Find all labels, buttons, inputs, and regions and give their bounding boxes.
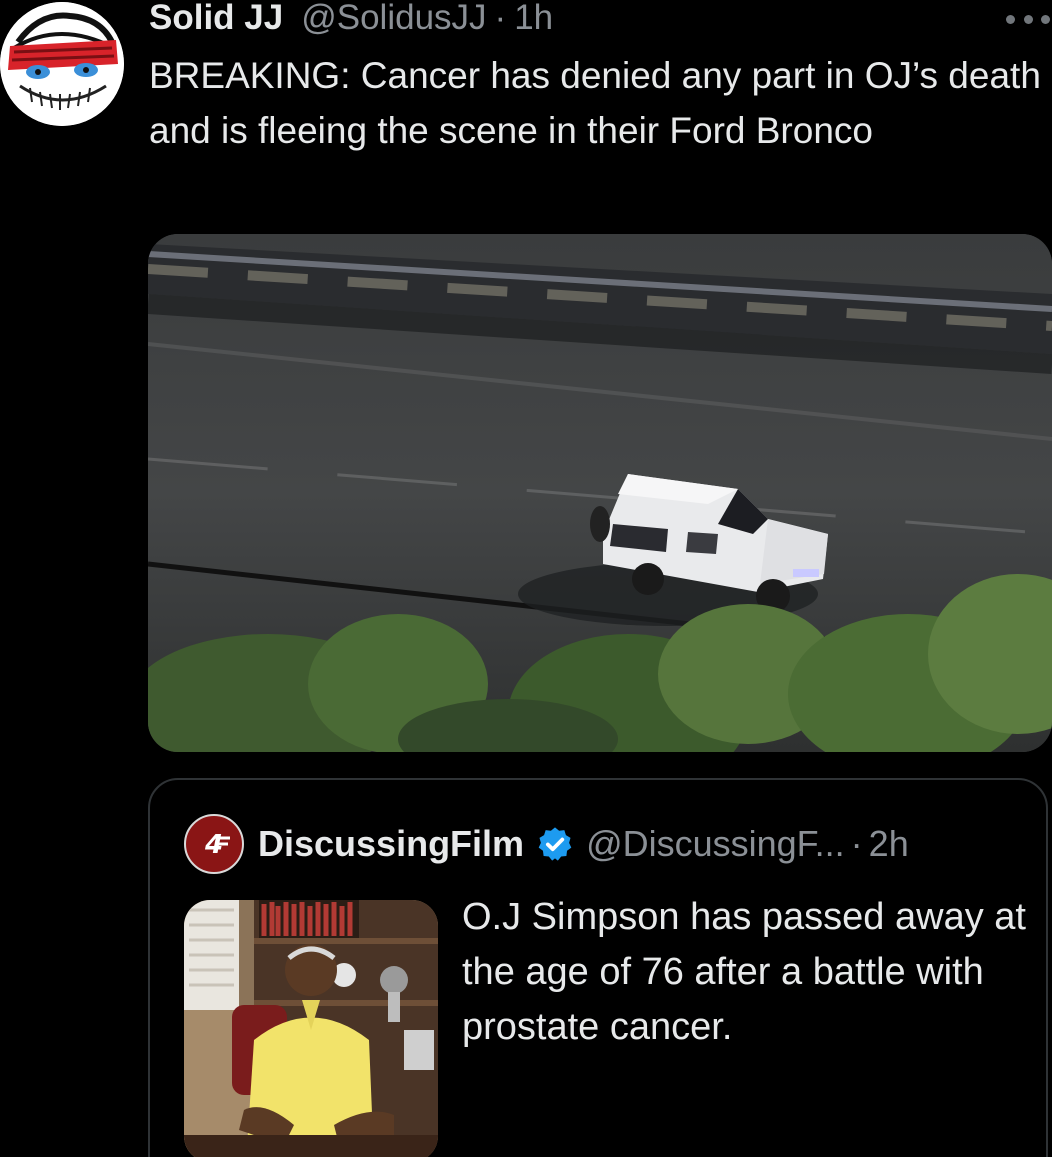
quote-author-display-name[interactable]: DiscussingFilm [258,823,524,865]
man-yellow-shirt-photo-icon [184,900,438,1157]
more-dot [1023,14,1033,24]
quote-media[interactable] [184,900,438,1157]
tweet-timestamp[interactable]: 1h [514,0,553,38]
author-display-name[interactable]: Solid JJ [149,0,283,38]
tweet-text: BREAKING: Cancer has denied any part in … [149,55,1041,151]
header-separator: · [494,0,507,37]
more-dot [1006,14,1015,24]
tweet-header: Solid JJ @SolidusJJ · 1h [149,0,553,42]
author-handle[interactable]: @SolidusJJ [301,0,486,38]
tweet-media[interactable] [148,234,1052,752]
quote-timestamp[interactable]: 2h [869,823,909,865]
more-dot [1041,14,1050,24]
author-avatar[interactable] [0,2,124,126]
quote-header: DiscussingFilm @DiscussingF... · 2h [258,818,909,870]
quote-author-avatar[interactable]: 4 [184,814,244,874]
verified-badge-icon [538,827,572,861]
white-bronco-highway-photo-icon [148,234,1052,752]
more-dots-icon[interactable] [1006,12,1050,26]
quote-author-handle[interactable]: @DiscussingF... [586,823,845,865]
quote-header-separator: · [850,823,863,864]
quote-tweet-text: O.J Simpson has passed away at the age o… [462,896,1026,1048]
discussingfilm-logo-icon: 4 [204,830,230,860]
sketch-face-avatar-icon [0,2,124,126]
